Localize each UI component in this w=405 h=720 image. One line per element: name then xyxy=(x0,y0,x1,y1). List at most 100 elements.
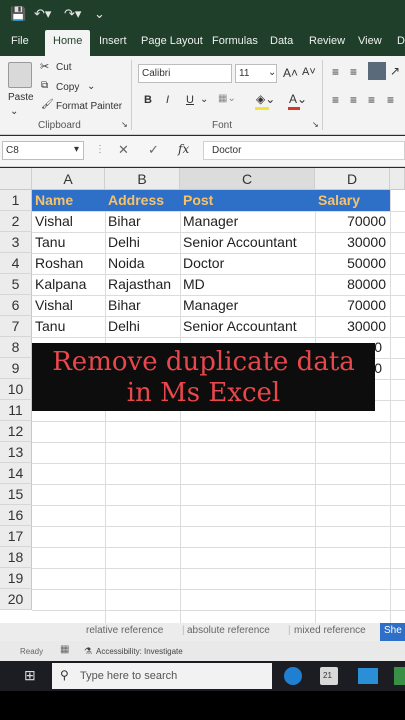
row-header[interactable]: 7 xyxy=(0,316,32,337)
align-top-icon[interactable]: ≡ xyxy=(332,65,339,79)
cell-b3[interactable]: Delhi xyxy=(105,232,180,253)
cell-a3[interactable]: Tanu xyxy=(32,232,105,253)
cell-b4[interactable]: Noida xyxy=(105,253,180,274)
row-header[interactable]: 10 xyxy=(0,379,32,400)
cell-c1[interactable]: Post xyxy=(180,190,315,211)
macro-record-icon[interactable]: ▦ xyxy=(60,644,69,655)
windows-start-icon[interactable]: ⊞ xyxy=(24,667,36,684)
cell-c3[interactable]: Senior Accountant xyxy=(180,232,315,253)
shrink-font-button[interactable]: A˅ xyxy=(302,66,316,78)
copy-dropdown-icon[interactable]: ⌄ xyxy=(87,81,95,92)
edge-icon[interactable] xyxy=(284,667,302,685)
select-all-corner[interactable] xyxy=(0,168,32,190)
tab-formulas[interactable]: Formulas xyxy=(212,35,258,47)
cell-b1[interactable]: Address xyxy=(105,190,180,211)
font-size-dropdown-icon[interactable]: ⌄ xyxy=(268,67,276,78)
name-box-dropdown-icon[interactable]: ▾ xyxy=(74,144,79,155)
align-bottom-icon[interactable] xyxy=(368,62,386,80)
copy-button[interactable]: Copy xyxy=(56,82,79,93)
save-icon[interactable]: 💾 xyxy=(10,6,26,22)
cell-a5[interactable]: Kalpana xyxy=(32,274,105,295)
cut-button[interactable]: Cut xyxy=(56,62,72,73)
clipboard-launcher-icon[interactable]: ↘ xyxy=(121,120,128,129)
tab-page-layout[interactable]: Page Layout xyxy=(141,35,203,47)
row-header[interactable]: 15 xyxy=(0,484,32,505)
indent-icon[interactable]: ≡ xyxy=(387,93,394,107)
format-painter-button[interactable]: Format Painter xyxy=(56,101,122,112)
paste-icon[interactable] xyxy=(8,62,32,88)
cancel-icon[interactable]: ✕ xyxy=(118,142,129,158)
tab-file[interactable]: File xyxy=(11,35,29,47)
bold-button[interactable]: B xyxy=(144,94,152,106)
row-header[interactable]: 8 xyxy=(0,337,32,358)
formula-input[interactable]: Doctor xyxy=(203,141,405,160)
align-right-icon[interactable]: ≡ xyxy=(368,93,375,107)
font-launcher-icon[interactable]: ↘ xyxy=(312,120,319,129)
row-header[interactable]: 14 xyxy=(0,463,32,484)
row-header[interactable]: 20 xyxy=(0,589,32,610)
cell-d1[interactable]: Salary xyxy=(315,190,390,211)
insert-function-button[interactable]: fx xyxy=(178,142,189,156)
row-header[interactable]: 12 xyxy=(0,421,32,442)
paste-button[interactable]: Paste xyxy=(8,92,34,103)
cell-b5[interactable]: Rajasthan xyxy=(105,274,180,295)
column-header-d[interactable]: D xyxy=(315,168,390,190)
row-header[interactable]: 2 xyxy=(0,211,32,232)
excel-taskbar-icon[interactable] xyxy=(394,667,405,685)
row-header[interactable]: 6 xyxy=(0,295,32,316)
mail-icon[interactable] xyxy=(358,668,378,684)
borders-icon[interactable]: ▦⌄ xyxy=(218,93,236,104)
grow-font-button[interactable]: A˄ xyxy=(283,66,298,80)
fill-color-icon[interactable]: ◈⌄ xyxy=(256,92,275,106)
align-middle-icon[interactable]: ≡ xyxy=(350,65,357,79)
tab-home[interactable]: Home xyxy=(45,30,91,56)
row-header[interactable]: 13 xyxy=(0,442,32,463)
sheet-tab-mixed[interactable]: mixed reference xyxy=(294,625,366,636)
font-color-icon[interactable]: A⌄ xyxy=(289,92,307,106)
column-header-b[interactable]: B xyxy=(105,168,180,190)
name-box[interactable]: C8 xyxy=(2,141,84,160)
row-header[interactable]: 17 xyxy=(0,526,32,547)
cell-b6[interactable]: Bihar xyxy=(105,295,180,316)
cell-c7[interactable]: Senior Accountant xyxy=(180,316,315,337)
cell-d2[interactable]: 70000 xyxy=(315,211,390,232)
undo-icon[interactable]: ↶▾ xyxy=(34,6,51,22)
row-header[interactable]: 3 xyxy=(0,232,32,253)
column-header-e[interactable] xyxy=(390,168,405,190)
cell-a6[interactable]: Vishal xyxy=(32,295,105,316)
cell-d7[interactable]: 30000 xyxy=(315,316,390,337)
cell-c4[interactable]: Doctor xyxy=(180,253,315,274)
sheet-tab-active[interactable]: She xyxy=(380,623,405,641)
underline-dropdown-icon[interactable]: ⌄ xyxy=(200,94,208,105)
orientation-icon[interactable]: ↗ xyxy=(390,64,400,78)
align-left-icon[interactable]: ≡ xyxy=(332,93,339,107)
cell-d4[interactable]: 50000 xyxy=(315,253,390,274)
tab-review[interactable]: Review xyxy=(309,35,345,47)
font-name-box[interactable]: Calibri xyxy=(138,64,232,83)
paste-dropdown-icon[interactable]: ⌄ xyxy=(10,106,18,117)
enter-icon[interactable]: ✓ xyxy=(148,142,159,158)
row-header[interactable]: 9 xyxy=(0,358,32,379)
customize-qat-icon[interactable]: ⌄ xyxy=(94,6,105,22)
cell-c2[interactable]: Manager xyxy=(180,211,315,232)
align-center-icon[interactable]: ≡ xyxy=(350,93,357,107)
row-header[interactable]: 5 xyxy=(0,274,32,295)
tab-insert[interactable]: Insert xyxy=(99,35,127,47)
cell-c5[interactable]: MD xyxy=(180,274,315,295)
cell-a4[interactable]: Roshan xyxy=(32,253,105,274)
row-header[interactable]: 4 xyxy=(0,253,32,274)
cell-b2[interactable]: Bihar xyxy=(105,211,180,232)
italic-button[interactable]: I xyxy=(166,94,169,106)
tab-data[interactable]: Data xyxy=(270,35,293,47)
cell-a7[interactable]: Tanu xyxy=(32,316,105,337)
tab-overflow[interactable]: D xyxy=(397,35,405,47)
underline-button[interactable]: U xyxy=(186,94,194,106)
cell-b7[interactable]: Delhi xyxy=(105,316,180,337)
accessibility-status[interactable]: Accessibility: Investigate xyxy=(96,647,183,656)
sheet-tab-absolute[interactable]: absolute reference xyxy=(187,625,270,636)
row-header[interactable]: 18 xyxy=(0,547,32,568)
cell-d5[interactable]: 80000 xyxy=(315,274,390,295)
cell-d6[interactable]: 70000 xyxy=(315,295,390,316)
column-header-c[interactable]: C xyxy=(180,168,315,190)
sheet-tab-relative[interactable]: relative reference xyxy=(86,625,163,636)
